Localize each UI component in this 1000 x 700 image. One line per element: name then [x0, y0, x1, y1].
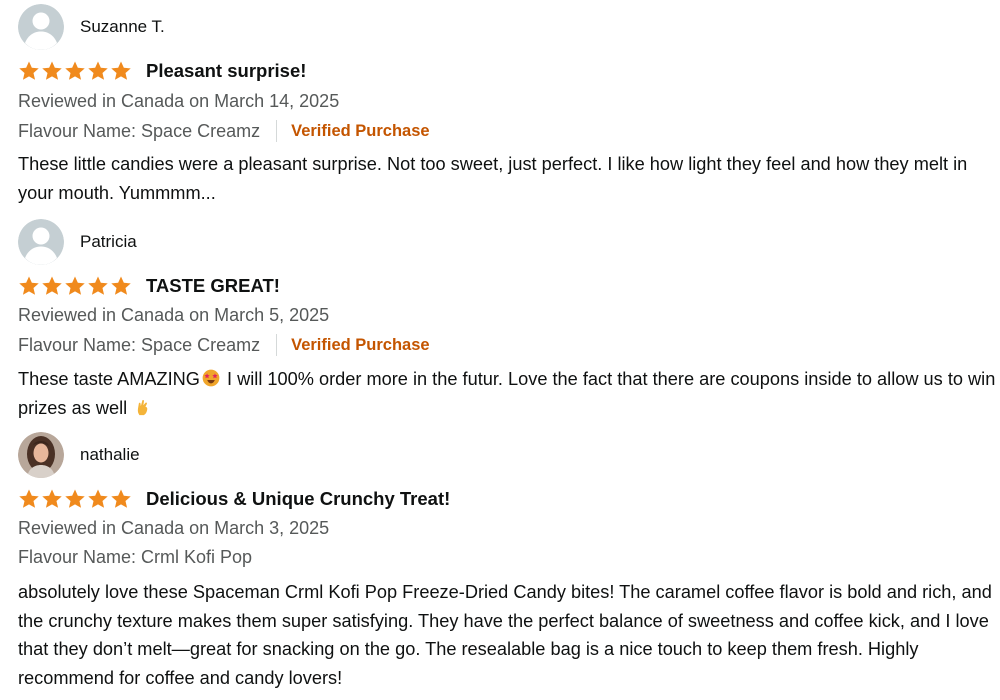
reviewer-name[interactable]: nathalie	[80, 445, 140, 465]
review-variant-row: Flavour Name: Space Creamz Verified Purc…	[18, 119, 430, 143]
review-title[interactable]: Pleasant surprise!	[146, 60, 306, 82]
star-icon	[110, 60, 132, 82]
review-body: These taste AMAZING I will 100% order mo…	[18, 365, 998, 422]
star-rating[interactable]	[18, 60, 132, 82]
variant-name[interactable]: Flavour Name: Space Creamz	[18, 333, 260, 357]
star-icon	[18, 488, 40, 510]
star-rating[interactable]	[18, 488, 132, 510]
review-title[interactable]: Delicious & Unique Crunchy Treat!	[146, 488, 450, 510]
reviewer-profile[interactable]: Patricia	[18, 219, 137, 265]
reviewer-name[interactable]: Suzanne T.	[80, 17, 165, 37]
reviewer-name[interactable]: Patricia	[80, 232, 137, 252]
star-icon	[110, 488, 132, 510]
star-icon	[110, 275, 132, 297]
review-variant-row: Flavour Name: Crml Kofi Pop	[18, 545, 252, 569]
star-icon	[87, 275, 109, 297]
divider	[276, 120, 278, 142]
star-icon	[87, 488, 109, 510]
review-title-row: Pleasant surprise!	[18, 58, 306, 84]
star-icon	[41, 488, 63, 510]
star-struck-emoji-icon	[202, 369, 220, 387]
photo-avatar	[18, 432, 64, 478]
review-body: These little candies were a pleasant sur…	[18, 154, 968, 203]
divider	[276, 334, 278, 356]
review-title[interactable]: TASTE GREAT!	[146, 275, 280, 297]
variant-name[interactable]: Flavour Name: Crml Kofi Pop	[18, 545, 252, 569]
star-icon	[64, 488, 86, 510]
review-date: Reviewed in Canada on March 14, 2025	[18, 91, 340, 111]
review-variant-row: Flavour Name: Space Creamz Verified Purc…	[18, 333, 430, 357]
review-title-row: TASTE GREAT!	[18, 273, 280, 299]
fingers-crossed-emoji-icon	[134, 398, 152, 416]
review-date: Reviewed in Canada on March 3, 2025	[18, 518, 330, 538]
default-avatar-icon	[18, 4, 64, 50]
default-avatar-icon	[18, 219, 64, 265]
review-title-row: Delicious & Unique Crunchy Treat!	[18, 486, 450, 512]
star-icon	[41, 275, 63, 297]
variant-name[interactable]: Flavour Name: Space Creamz	[18, 119, 260, 143]
star-rating[interactable]	[18, 275, 132, 297]
star-icon	[18, 60, 40, 82]
review-body-text: These taste AMAZING	[18, 369, 200, 389]
verified-purchase-badge: Verified Purchase	[291, 122, 430, 140]
star-icon	[41, 60, 63, 82]
star-icon	[87, 60, 109, 82]
reviewer-profile[interactable]: nathalie	[18, 432, 140, 478]
review-body: absolutely love these Spaceman Crml Kofi…	[18, 582, 992, 688]
verified-purchase-badge: Verified Purchase	[291, 336, 430, 354]
star-icon	[64, 275, 86, 297]
reviewer-profile[interactable]: Suzanne T.	[18, 4, 165, 50]
star-icon	[64, 60, 86, 82]
review-date: Reviewed in Canada on March 5, 2025	[18, 305, 330, 325]
star-icon	[18, 275, 40, 297]
